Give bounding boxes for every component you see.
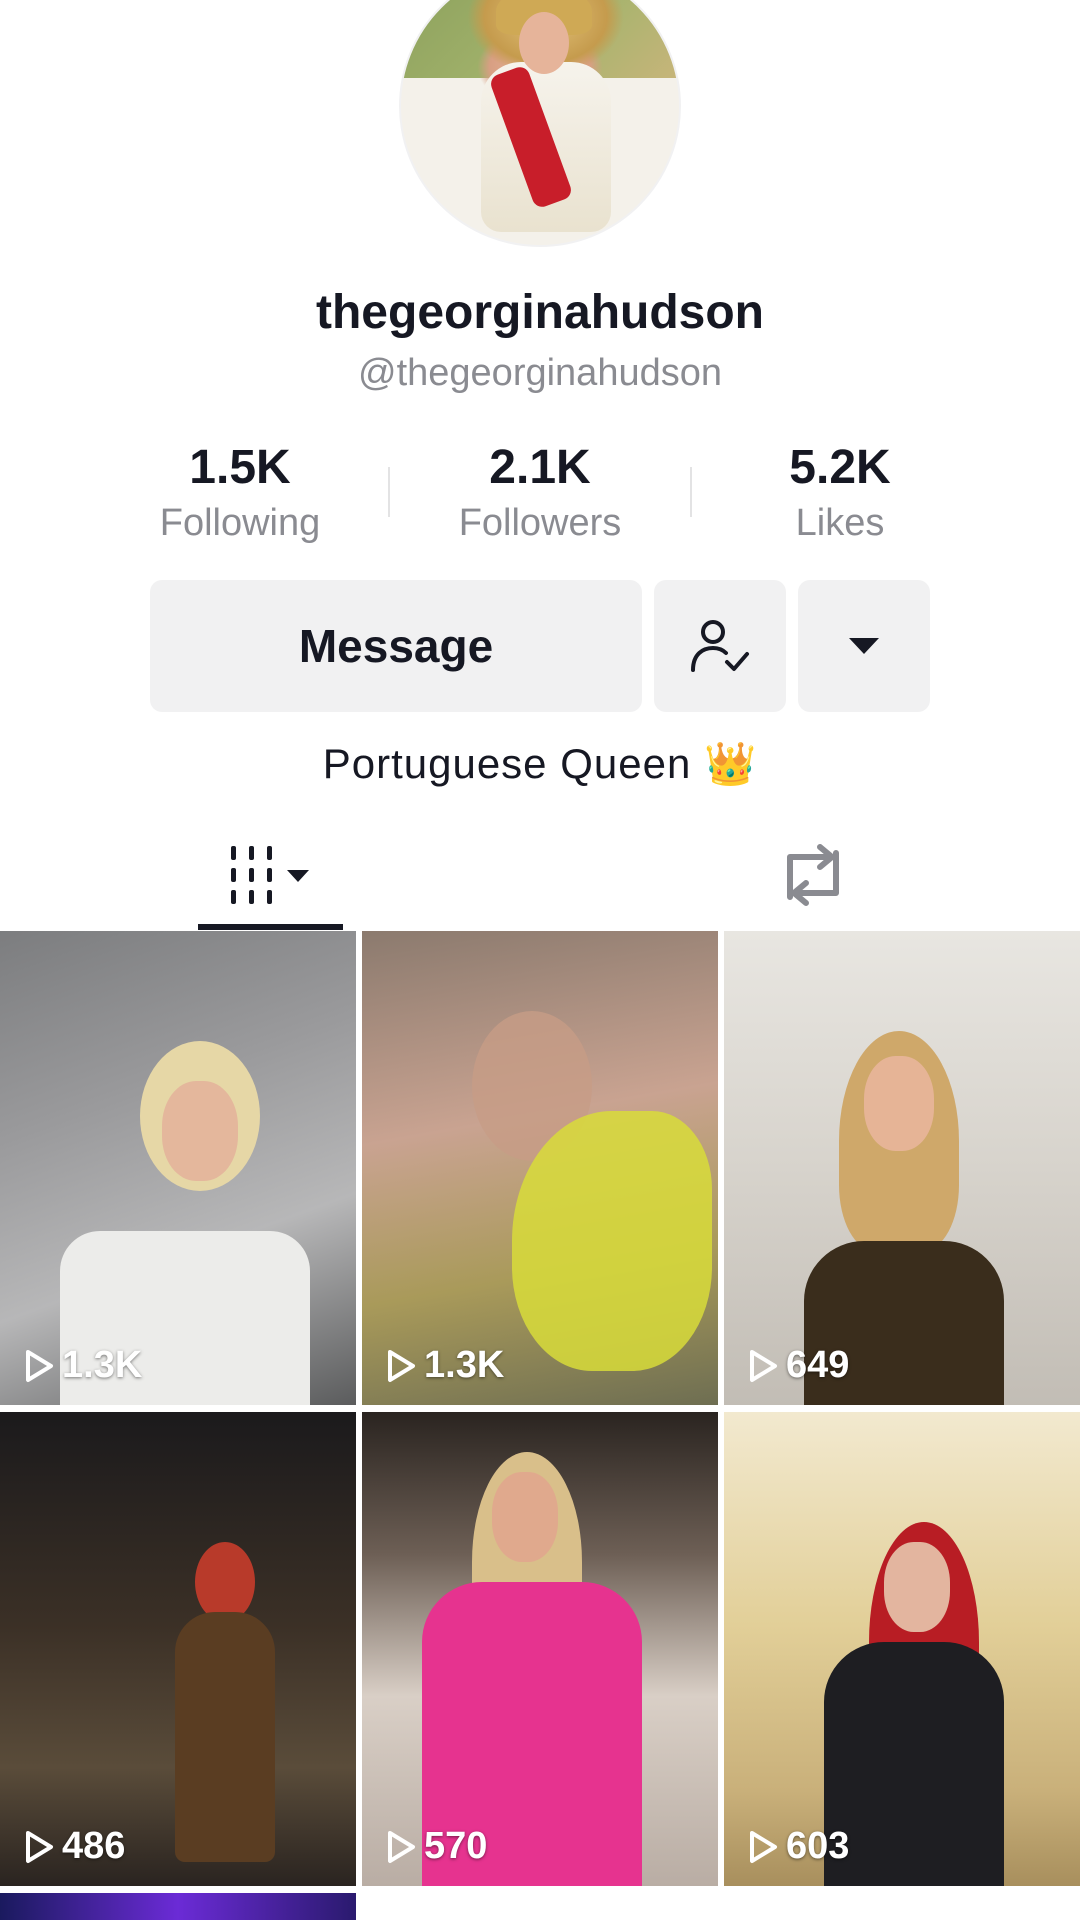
avatar-face [519, 12, 569, 74]
thumb-hair [195, 1542, 255, 1622]
play-icon [26, 1349, 53, 1382]
view-count-text: 649 [786, 1344, 850, 1386]
video-thumbnail[interactable]: 1.3K [362, 931, 718, 1405]
thumb-outfit [824, 1642, 1004, 1886]
following-status-button[interactable] [654, 580, 786, 712]
more-options-button[interactable] [798, 580, 930, 712]
repost-icon [786, 844, 839, 906]
video-thumbnail[interactable]: 603 [724, 1412, 1080, 1886]
video-thumbnail[interactable]: 486 [0, 1412, 356, 1886]
content-tabs [0, 820, 1080, 930]
view-count-text: 570 [424, 1825, 488, 1867]
tab-reposts[interactable] [740, 820, 885, 930]
play-icon [750, 1830, 777, 1863]
user-check-icon [691, 620, 749, 672]
view-count-text: 486 [62, 1825, 126, 1867]
thumb-face [884, 1542, 950, 1632]
view-count-text: 603 [786, 1825, 850, 1867]
view-count: 486 [24, 1825, 125, 1868]
view-count-text: 1.3K [62, 1344, 143, 1386]
thumb-face [864, 1056, 934, 1151]
play-icon [388, 1349, 415, 1382]
videos-grid-icon [230, 846, 309, 904]
play-icon [388, 1830, 415, 1863]
stat-divider [388, 467, 390, 517]
profile-stats: 1.5K Following 2.1K Followers 5.2K Likes [0, 440, 1080, 550]
stat-divider [690, 467, 692, 517]
video-thumbnail-partial[interactable] [0, 1893, 356, 1920]
profile-handle: @thegeorginahudson [358, 352, 722, 394]
active-tab-indicator [198, 924, 343, 930]
stat-likes[interactable]: 5.2K Likes [720, 440, 960, 548]
message-button[interactable]: Message [150, 580, 642, 712]
stat-followers-value: 2.1K [489, 441, 591, 494]
stat-following[interactable]: 1.5K Following [120, 440, 360, 548]
stat-following-label: Following [159, 502, 321, 544]
thumb-face [162, 1081, 238, 1181]
profile-avatar[interactable] [399, 0, 681, 247]
view-count-text: 1.3K [424, 1344, 505, 1386]
caret-down-icon [849, 638, 879, 654]
thumb-feathers [512, 1111, 712, 1371]
video-thumbnail[interactable]: 649 [724, 931, 1080, 1405]
view-count: 1.3K [386, 1344, 504, 1387]
video-thumbnail[interactable]: 1.3K [0, 931, 356, 1405]
tab-videos[interactable] [198, 820, 343, 930]
stat-followers[interactable]: 2.1K Followers [420, 440, 660, 548]
stat-likes-value: 5.2K [789, 441, 891, 494]
view-count: 1.3K [24, 1344, 142, 1387]
view-count: 570 [386, 1825, 487, 1868]
play-icon [750, 1349, 777, 1382]
thumb-outfit [175, 1612, 275, 1862]
view-count: 649 [748, 1344, 849, 1387]
view-count: 603 [748, 1825, 849, 1868]
thumb-face [492, 1472, 558, 1562]
video-thumbnail[interactable]: 570 [362, 1412, 718, 1886]
stat-following-value: 1.5K [189, 441, 291, 494]
profile-display-name: thegeorginahudson [316, 286, 764, 339]
play-icon [26, 1830, 53, 1863]
profile-bio: Portuguese Queen 👑 [322, 740, 758, 787]
stat-likes-label: Likes [795, 502, 885, 544]
stat-followers-label: Followers [458, 502, 622, 544]
